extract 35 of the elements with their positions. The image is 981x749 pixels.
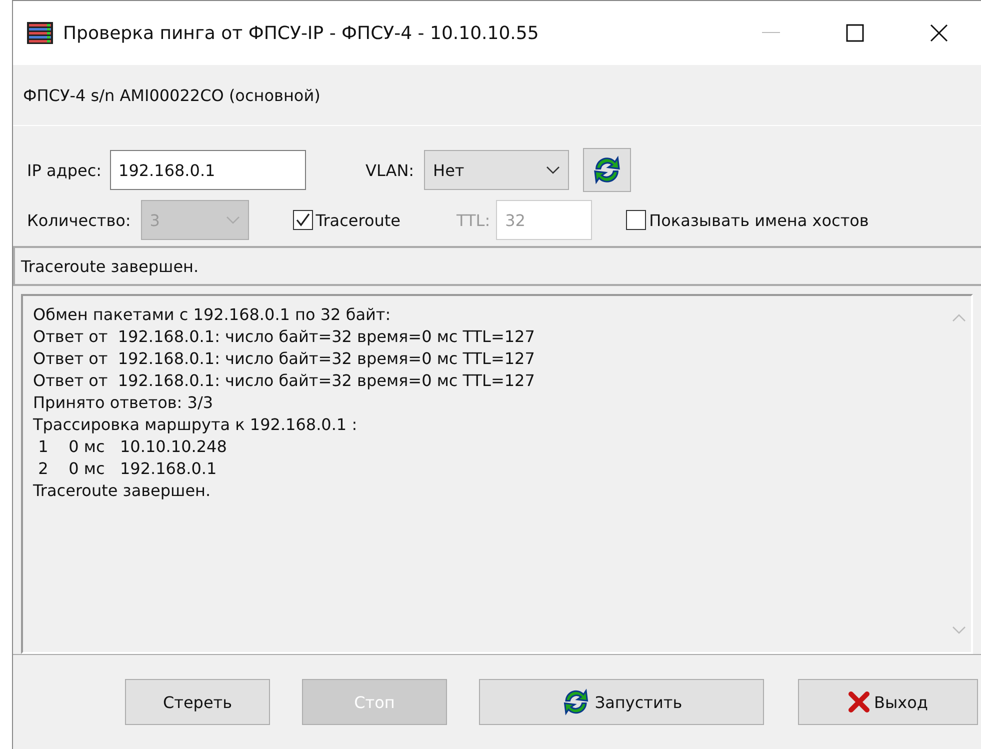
chevron-down-icon (226, 216, 240, 224)
maximize-icon (846, 24, 864, 42)
action-button[interactable]: Стереть (125, 679, 270, 725)
device-label: ФПСУ-4 s/n AMI00022CO (основной) (23, 86, 320, 104)
log-line: Ответ от 192.168.0.1: число байт=32 время=0 мс TTL=127 (33, 370, 536, 392)
scroll-up-icon (952, 314, 966, 322)
hostnames-checkbox[interactable] (626, 210, 646, 230)
hostnames-label: Показывать имена хостов (649, 210, 869, 230)
log-line: Ответ от 192.168.0.1: число байт=32 время=0 мс TTL=127 (33, 326, 536, 348)
traceroute-checkbox[interactable] (292, 210, 313, 230)
ip-field[interactable]: 192.168.0.1 (110, 150, 306, 190)
minimize-icon (762, 32, 780, 34)
log-line: Принято ответов: 3/3 (33, 392, 214, 414)
action-button[interactable]: Выход (798, 679, 978, 725)
log-line: Обмен пакетами с 192.168.0.1 по 32 байт: (33, 304, 392, 326)
refresh-button[interactable] (583, 148, 632, 192)
status-field: Traceroute завершен. (13, 246, 981, 286)
server-rack-icon (27, 22, 53, 44)
count-label: Количество: (27, 210, 131, 230)
scroll-down-icon (952, 626, 966, 634)
chevron-down-icon (546, 166, 560, 174)
cross-icon (848, 691, 870, 713)
action-button[interactable]: Запустить (479, 679, 764, 725)
log-line: Ответ от 192.168.0.1: число байт=32 время=0 мс TTL=127 (33, 348, 536, 370)
traceroute-label: Traceroute (316, 210, 401, 230)
vlan-dropdown[interactable]: Нет (424, 150, 570, 190)
log-line: Traceroute завершен. (33, 480, 212, 502)
ttl-label: TTL: (456, 210, 490, 230)
vlan-label: VLAN: (366, 160, 414, 180)
log-line: Трассировка маршрута к 192.168.0.1 : (33, 414, 358, 436)
log-line: 1 0 мс 10.10.10.248 (37, 436, 228, 458)
ip-label: IP адрес: (27, 160, 102, 180)
log-line: 2 0 мс 192.168.0.1 (37, 458, 218, 480)
close-icon (930, 24, 948, 42)
window-title: Проверка пинга от ФПСУ-IP - ФПСУ-4 - 10.10.10.55 (63, 22, 540, 44)
